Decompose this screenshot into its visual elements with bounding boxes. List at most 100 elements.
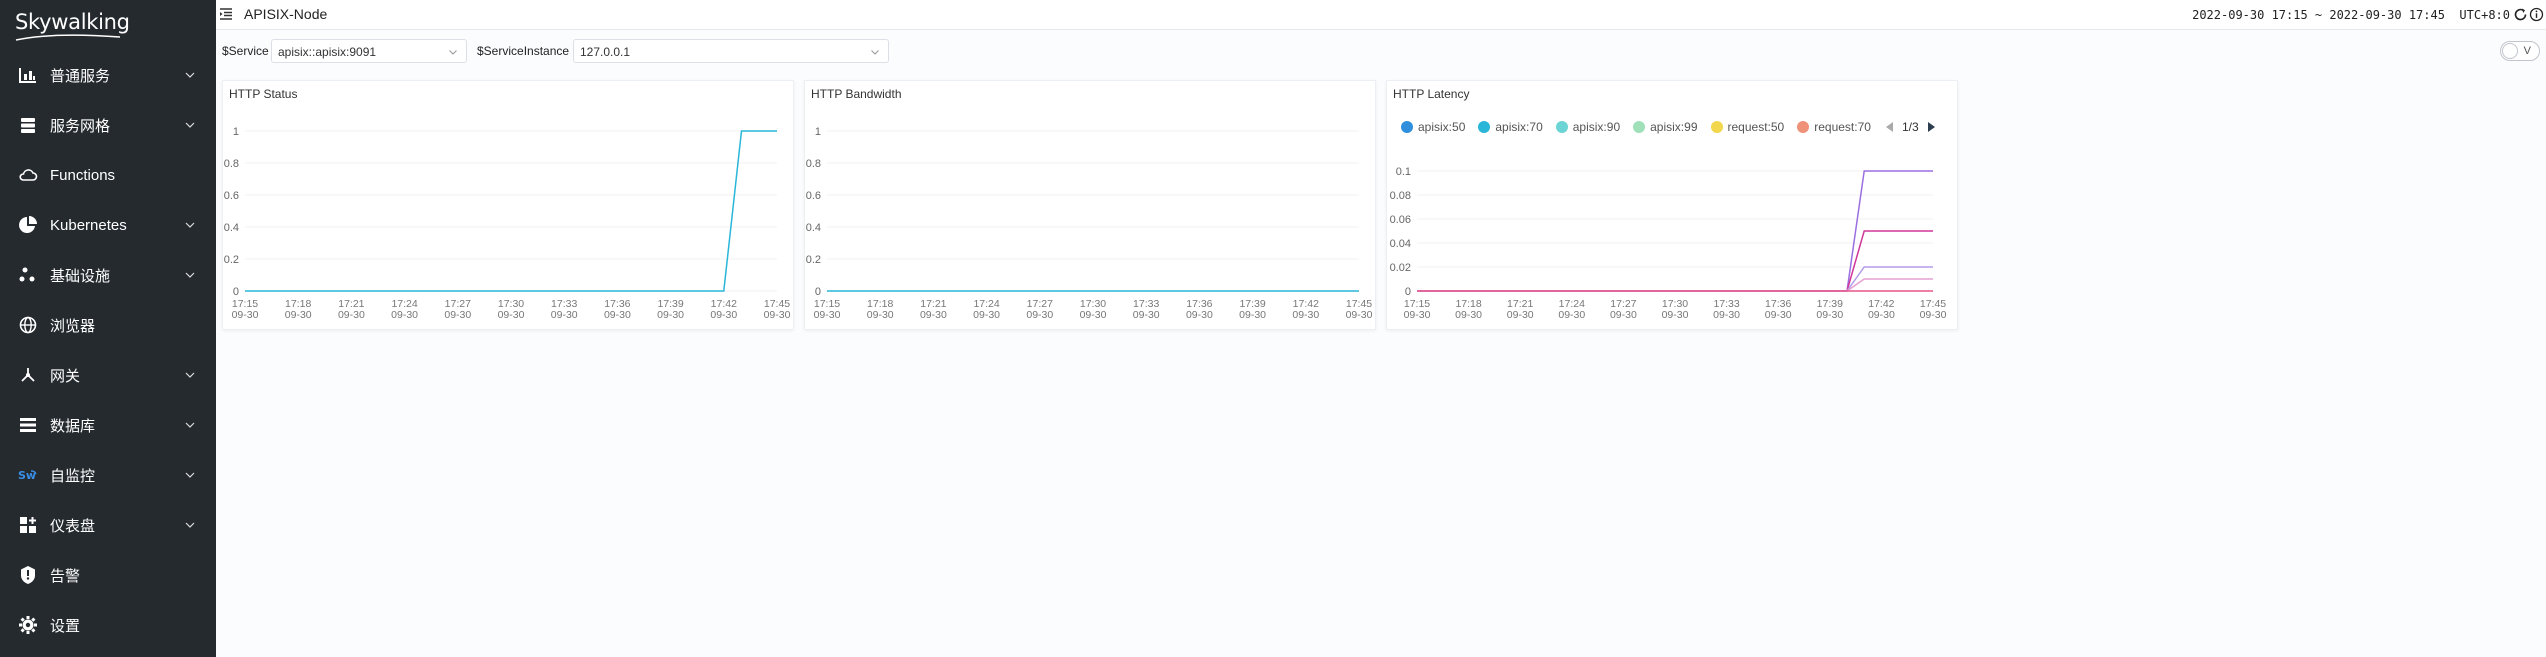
time-range-picker[interactable]: 2022-09-30 17:15 ~ 2022-09-30 17:45 UTC+… [2192,8,2510,22]
series-line [1417,230,1933,292]
chevron-down-icon [185,472,195,478]
y-tick-label: 0.4 [224,222,239,234]
main-content: APISIX-Node 2022-09-30 17:15 ~ 2022-09-3… [216,0,2546,657]
y-tick-label: 0 [815,286,821,298]
series-line [1417,266,1933,292]
sidebar-item-label: 仪表盘 [50,517,96,535]
series-line [245,130,777,292]
x-tick-label: 17:21 09-30 [920,298,947,321]
globe-icon [17,314,39,336]
http-latency-chart: 0 0.02 0.04 0.06 0.08 0.1 17:15 09-30 17:18 09-30… [1390,166,1947,321]
sidebar-item-label: 自监控 [50,467,96,485]
x-tick-label: 17:24 09-30 [391,298,418,321]
http-status-chart: 0 0.2 0.4 0.6 0.8 1 17:15 09-30 17:18 09-30 17:21 0… [224,126,791,321]
sidebar-item-gateway[interactable]: 网关 [0,350,216,400]
y-tick-label: 0.1 [1396,166,1411,178]
y-tick-label: 0.6 [806,190,821,202]
logo-swoosh [15,34,121,41]
x-tick-label: 17:21 09-30 [338,298,365,321]
y-tick-label: 1 [815,126,821,138]
service-select-value: apisix::apisix:9091 [278,45,377,59]
chevron-down-icon [449,50,457,55]
x-tick-label: 17:45 09-30 [1346,298,1373,321]
x-tick-label: 17:36 09-30 [1765,298,1792,321]
filter-bar: $Service apisix::apisix:9091 $ServiceIns… [216,31,2546,71]
view-mode-toggle[interactable]: V [2500,41,2540,61]
sidebar-item-label: Functions [50,166,116,184]
sidebar-item-label: 服务网格 [50,117,111,135]
info-icon[interactable] [2529,7,2544,22]
sidebar-item-general-service[interactable]: 普通服务 [0,50,216,100]
service-select[interactable]: apisix::apisix:9091 [271,39,467,63]
sidebar-item-settings[interactable]: 设置 [0,600,216,650]
x-tick-label: 17:45 09-30 [764,298,791,321]
sw-icon: Sw [17,464,39,486]
nodes-icon [17,264,39,286]
cloud-icon [17,164,39,186]
sidebar-item-functions[interactable]: Functions [0,150,216,200]
y-tick-label: 0 [233,286,239,298]
service-filter-label: $Service [222,44,269,58]
instance-select-value: 127.0.0.1 [580,45,631,59]
x-tick-label: 17:36 09-30 [1186,298,1213,321]
x-tick-label: 17:30 09-30 [1080,298,1107,321]
http-bandwidth-chart: 0 0.2 0.4 0.6 0.8 1 17:15 09-30 17:18 09-30 17:21 0… [806,126,1373,321]
y-tick-label: 0.8 [806,158,821,170]
x-tick-label: 17:42 09-30 [710,298,737,321]
time-range-text: 2022-09-30 17:15 ~ 2022-09-30 17:45 [2192,8,2445,22]
sidebar-item-service-mesh[interactable]: 服务网格 [0,100,216,150]
chevron-down-icon [185,272,195,278]
chevron-down-icon [185,522,195,528]
dashboard-grid-icon [17,514,39,536]
x-tick-label: 17:39 09-30 [657,298,684,321]
chevron-down-icon [185,222,195,228]
menu-toggle-icon[interactable] [219,7,233,21]
alert-shield-icon [17,564,39,586]
sidebar-item-database[interactable]: 数据库 [0,400,216,450]
x-tick-label: 17:36 09-30 [604,298,631,321]
x-tick-label: 17:27 09-30 [1026,298,1053,321]
sidebar-item-label: 网关 [50,367,81,385]
y-tick-label: 0.6 [224,190,239,202]
sidebar-item-alerting[interactable]: 告警 [0,550,216,600]
database-stack-icon [17,114,39,136]
x-tick-label: 17:15 09-30 [814,298,841,321]
x-tick-label: 17:15 09-30 [232,298,259,321]
x-tick-label: 17:45 09-30 [1920,298,1947,321]
gear-icon [17,614,39,636]
instance-select[interactable]: 127.0.0.1 [573,39,889,63]
panel-http-status: HTTP Status 0 0.2 0.4 0.6 0.8 1 17:15 09-30 17:1… [222,80,794,330]
timezone-label: UTC+8:0 [2459,8,2510,22]
y-tick-label: 0.2 [224,254,239,266]
x-tick-label: 17:21 09-30 [1507,298,1534,321]
x-tick-label: 17:42 09-30 [1868,298,1895,321]
sidebar-item-infrastructure[interactable]: 基础设施 [0,250,216,300]
pie-chart-icon [17,214,39,236]
x-tick-label: 17:42 09-30 [1292,298,1319,321]
skywalking-logo[interactable]: Skywalking [15,10,130,34]
page-title: APISIX-Node [244,6,328,22]
x-tick-label: 17:30 09-30 [1662,298,1689,321]
chevron-down-icon [185,122,195,128]
panel-http-latency: HTTP Latency apisix:50 apisix:70 apisix:… [1386,80,1958,330]
sidebar-item-self-observability[interactable]: Sw 自监控 [0,450,216,500]
sidebar-item-label: 设置 [50,617,81,635]
x-tick-label: 17:33 09-30 [1713,298,1740,321]
sidebar-item-label: 普通服务 [50,67,111,85]
sidebar: Skywalking 普通服务 服务网格 Functions Kubernete… [0,0,216,657]
sidebar-item-dashboard[interactable]: 仪表盘 [0,500,216,550]
panel-http-bandwidth: HTTP Bandwidth 0 0.2 0.4 0.6 0.8 1 17:15 09-30 1… [804,80,1376,330]
sidebar-item-browser[interactable]: 浏览器 [0,300,216,350]
chevron-down-icon [871,50,879,55]
x-tick-label: 17:27 09-30 [444,298,471,321]
x-tick-label: 17:30 09-30 [498,298,525,321]
x-tick-label: 17:39 09-30 [1239,298,1266,321]
sidebar-item-kubernetes[interactable]: Kubernetes [0,200,216,250]
x-tick-label: 17:27 09-30 [1610,298,1637,321]
y-tick-label: 0.2 [806,254,821,266]
sidebar-item-label: 基础设施 [50,267,111,285]
series-line [1417,278,1933,292]
gateway-icon [17,364,39,386]
refresh-icon[interactable] [2513,7,2528,22]
x-tick-label: 17:15 09-30 [1404,298,1431,321]
